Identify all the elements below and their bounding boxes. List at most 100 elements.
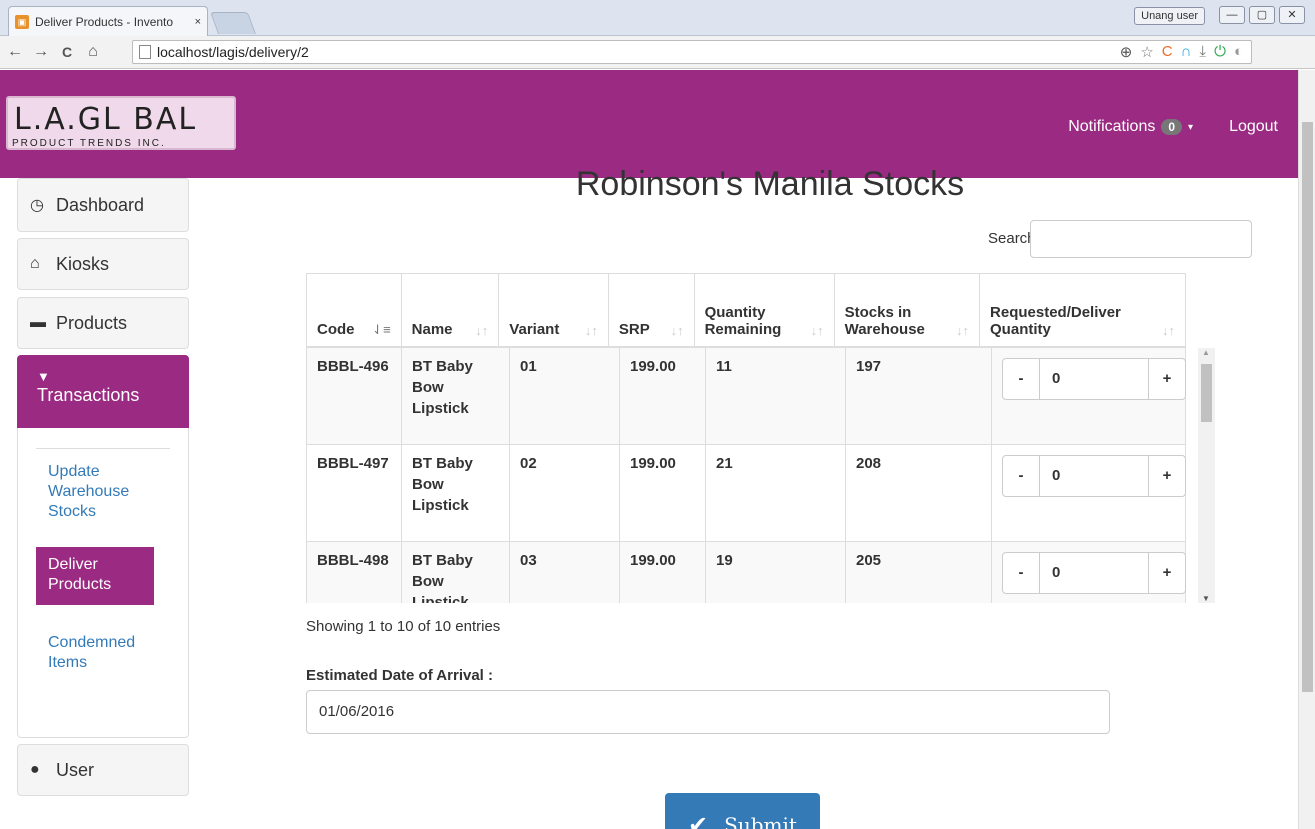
headphones-icon[interactable]: ∩ — [1181, 43, 1192, 61]
column-header-srp[interactable]: SRP ↓↑ — [609, 274, 695, 346]
quantity-stepper: - 0 + — [1002, 358, 1186, 400]
maximize-button[interactable]: ▢ — [1249, 6, 1275, 24]
sidebar-item-label: Products — [56, 312, 128, 333]
column-header-name[interactable]: Name ↓↑ — [402, 274, 500, 346]
column-header-code[interactable]: Code ⇃≡ — [307, 274, 402, 346]
cell-requested: - 0 + — [992, 348, 1186, 444]
sidebar-item-label: Transactions — [37, 385, 140, 405]
tab-close-icon[interactable]: × — [195, 16, 201, 28]
decrement-button[interactable]: - — [1003, 456, 1039, 496]
cell-name: BT Baby Bow Lipstick — [402, 445, 510, 541]
column-header-requested-quantity[interactable]: Requested/Deliver Quantity ↓↑ — [980, 274, 1185, 346]
cell-requested: - 0 + — [992, 445, 1186, 541]
cell-code: BBBL-497 — [307, 445, 402, 541]
browser-tab[interactable]: ▣ Deliver Products - Invento × — [8, 6, 208, 36]
power-icon[interactable]: ⏻ — [1214, 43, 1226, 61]
cell-code: BBBL-496 — [307, 348, 402, 444]
scroll-down-icon[interactable]: ▼ — [1202, 594, 1210, 603]
browser-toolbar: ← → C ⌂ localhost/lagis/delivery/2 ⊕ ☆ C… — [0, 36, 1315, 97]
header-actions: Notifications 0 ▾ Logout — [1068, 118, 1278, 136]
sidebar-subitem-update-warehouse-stocks[interactable]: Update Warehouse Stocks — [36, 462, 154, 522]
toggle-off-icon[interactable]: ◐ — [1234, 43, 1243, 61]
increment-button[interactable]: + — [1149, 456, 1185, 496]
table-scrollbar[interactable]: ▲ ▼ — [1198, 348, 1215, 603]
notifications-link[interactable]: Notifications — [1068, 118, 1155, 136]
cell-variant: 03 — [510, 542, 620, 603]
page-scrollbar[interactable] — [1298, 70, 1315, 829]
table-row: BBBL-498 BT Baby Bow Lipstick 03 199.00 … — [306, 542, 1186, 603]
new-tab-button[interactable] — [209, 12, 257, 34]
home-icon: ⌂ — [30, 255, 40, 272]
cell-quantity: 21 — [706, 445, 846, 541]
sidebar-item-products[interactable]: ▬ Products — [17, 297, 189, 349]
reload-icon[interactable]: C — [56, 44, 78, 60]
increment-button[interactable]: + — [1149, 553, 1185, 593]
sidebar-item-transactions[interactable]: ▼ Transactions — [17, 355, 189, 428]
table-header: Code ⇃≡ Name ↓↑ Variant ↓↑ SRP ↓↑ Quantity R… — [306, 273, 1186, 348]
sidebar-subitem-deliver-products[interactable]: Deliver Products — [36, 547, 154, 605]
scroll-up-icon[interactable]: ▲ — [1202, 348, 1210, 357]
address-bar[interactable]: localhost/lagis/delivery/2 ⊕ ☆ C ∩ ⤓ ⏻ ◐ — [132, 40, 1252, 64]
caret-down-icon[interactable]: ▾ — [1188, 122, 1193, 133]
increment-button[interactable]: + — [1149, 359, 1185, 399]
extension-c-icon[interactable]: C — [1162, 43, 1173, 61]
briefcase-icon: ▬ — [30, 314, 46, 331]
sidebar-item-kiosks[interactable]: ⌂ Kiosks — [17, 238, 189, 290]
sidebar-subitem-condemned-items[interactable]: Condemned Items — [36, 633, 154, 673]
cell-stocks: 205 — [846, 542, 992, 603]
bookmark-star-icon[interactable]: ☆ — [1140, 43, 1153, 61]
cell-stocks: 208 — [846, 445, 992, 541]
arrival-date-input[interactable]: 01/06/2016 — [306, 690, 1110, 734]
cell-srp: 199.00 — [620, 348, 706, 444]
page-viewport: L.A.GL BAL PRODUCT TRENDS INC. Notificat… — [0, 70, 1298, 829]
checkmark-icon: ✔ — [688, 811, 709, 829]
cell-srp: 199.00 — [620, 542, 706, 603]
window-controls: — ▢ ✕ — [1219, 6, 1305, 24]
sort-icon: ↓↑ — [956, 323, 970, 338]
sort-icon: ↓↑ — [670, 323, 684, 338]
quantity-input[interactable]: 0 — [1039, 456, 1149, 496]
sidebar-item-user[interactable]: ● User — [17, 744, 189, 796]
sidebar-submenu: Update Warehouse Stocks Deliver Products… — [17, 428, 189, 738]
company-logo[interactable]: L.A.GL BAL PRODUCT TRENDS INC. — [6, 96, 236, 150]
sidebar-item-dashboard[interactable]: ◷ Dashboard — [17, 178, 189, 232]
sidebar-item-label: User — [56, 759, 95, 780]
table-body: BBBL-496 BT Baby Bow Lipstick 01 199.00 … — [306, 348, 1198, 603]
site-header: L.A.GL BAL PRODUCT TRENDS INC. Notificat… — [0, 70, 1298, 178]
quantity-input[interactable]: 0 — [1039, 553, 1149, 593]
decrement-button[interactable]: - — [1003, 359, 1039, 399]
submit-button[interactable]: ✔ Submit — [665, 793, 820, 829]
submit-label: Submit — [724, 813, 797, 829]
forward-icon[interactable]: → — [30, 43, 52, 61]
logo-subtext: PRODUCT TRENDS INC. — [12, 138, 166, 149]
close-window-button[interactable]: ✕ — [1279, 6, 1305, 24]
arrival-date-label: Estimated Date of Arrival : — [306, 667, 493, 684]
download-icon[interactable]: ⤓ — [1199, 43, 1206, 61]
column-header-stocks-in-warehouse[interactable]: Stocks in Warehouse ↓↑ — [835, 274, 981, 346]
cell-code: BBBL-498 — [307, 542, 402, 603]
column-header-quantity-remaining[interactable]: Quantity Remaining ↓↑ — [695, 274, 835, 346]
back-icon[interactable]: ← — [4, 43, 26, 61]
browser-user-chip[interactable]: Unang user — [1134, 7, 1205, 25]
user-icon: ● — [30, 761, 40, 778]
sort-icon: ↓↑ — [810, 323, 824, 338]
sort-icon: ↓↑ — [1162, 323, 1176, 338]
zoom-icon[interactable]: ⊕ — [1120, 43, 1133, 61]
sort-asc-icon: ⇃≡ — [372, 322, 391, 337]
stocks-table: Code ⇃≡ Name ↓↑ Variant ↓↑ SRP ↓↑ Quantity R… — [306, 273, 1198, 603]
page-icon — [139, 45, 151, 59]
entries-info: Showing 1 to 10 of 10 entries — [306, 618, 501, 635]
sidebar-item-label: Kiosks — [56, 253, 110, 274]
home-icon[interactable]: ⌂ — [82, 43, 104, 61]
url-text: localhost/lagis/delivery/2 — [157, 44, 309, 60]
quantity-input[interactable]: 0 — [1039, 359, 1149, 399]
page-scrollbar-thumb[interactable] — [1302, 122, 1313, 692]
table-scrollbar-thumb[interactable] — [1201, 364, 1212, 422]
minimize-button[interactable]: — — [1219, 6, 1245, 24]
search-input[interactable] — [1030, 220, 1252, 258]
extension-icons: ⊕ ☆ C ∩ ⤓ ⏻ ◐ — [1120, 43, 1243, 61]
column-header-variant[interactable]: Variant ↓↑ — [499, 274, 609, 346]
logout-link[interactable]: Logout — [1229, 118, 1278, 136]
browser-tabstrip: ▣ Deliver Products - Invento × Unang use… — [0, 0, 1315, 36]
decrement-button[interactable]: - — [1003, 553, 1039, 593]
